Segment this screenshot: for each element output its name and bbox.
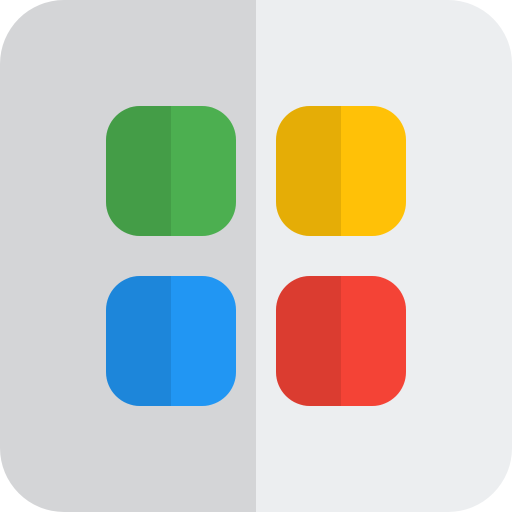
tile-bottom-right-shade [276,276,341,406]
background-left-half [0,0,256,512]
tile-top-right-icon [276,106,406,236]
app-grid-icon [0,0,512,512]
app-grid-icon-canvas [0,0,512,512]
background-right-half [256,0,512,512]
tile-bottom-right-icon [276,276,406,406]
tile-top-left-shade [106,106,171,236]
tile-top-left-icon [106,106,236,236]
icon-background [0,0,512,512]
tile-bottom-left-icon [106,276,236,406]
tile-top-right-shade [276,106,341,236]
tile-bottom-left-shade [106,276,171,406]
